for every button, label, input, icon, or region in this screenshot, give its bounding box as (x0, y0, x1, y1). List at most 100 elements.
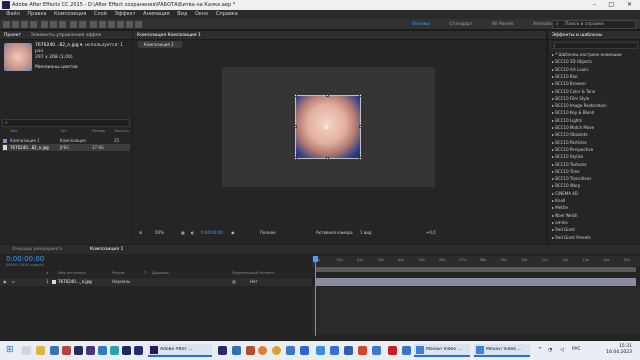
minimize-icon[interactable]: – (593, 1, 596, 8)
col-size[interactable]: Размер (92, 129, 105, 133)
app-icon[interactable] (62, 346, 71, 355)
snapshot-icon[interactable]: ◉ (231, 230, 235, 235)
effect-category-item[interactable]: ▸ * Шаблоны настроек анимации (552, 52, 622, 57)
roto-tool-icon[interactable] (126, 21, 133, 28)
effect-category-item[interactable]: ▸ Red Giant Presets (552, 235, 591, 240)
app-icon[interactable] (300, 346, 309, 355)
effects-title[interactable]: Эффекты и шаблоны (548, 31, 606, 40)
taskbar-app-aftereffects[interactable]: Adobe After ... (148, 344, 212, 357)
effect-category-item[interactable]: ▸ Noel Welsh (552, 213, 577, 218)
type-tool-icon[interactable] (90, 21, 97, 28)
effect-category-item[interactable]: ▸ BCC10 Textures (552, 162, 587, 167)
camera-tool-icon[interactable] (50, 21, 57, 28)
puppet-tool-icon[interactable] (135, 21, 142, 28)
col-parent[interactable]: Родительский элемент (232, 271, 275, 275)
brush-tool-icon[interactable] (99, 21, 106, 28)
effect-category-item[interactable]: ▸ Knoll (552, 198, 565, 203)
transform-handle[interactable] (359, 157, 362, 160)
effect-category-item[interactable]: ▸ BCC10 Transitions (552, 176, 591, 181)
col-source-name[interactable]: Имя источника (58, 271, 86, 275)
eraser-tool-icon[interactable] (117, 21, 124, 28)
chrome-icon[interactable] (272, 346, 281, 355)
file-explorer-icon[interactable] (36, 346, 45, 355)
tray-chevron-icon[interactable]: ^ (538, 347, 542, 353)
col-rate[interactable]: Частота (114, 129, 129, 133)
pen-tool-icon[interactable] (79, 21, 86, 28)
visibility-icon[interactable]: ◉ (3, 278, 7, 286)
effect-category-item[interactable]: ▸ BCC10 Art Looks (552, 67, 589, 72)
timeline-timecode[interactable]: 0:00:00:00 (6, 255, 44, 263)
app-icon[interactable] (110, 346, 119, 355)
effect-category-item[interactable]: ▸ Red Giant (552, 227, 575, 232)
tab-effect-controls[interactable]: Элементы управления эффек (27, 31, 106, 40)
transform-handle[interactable] (294, 125, 297, 128)
col-type[interactable]: Тип (60, 129, 67, 133)
cti-head[interactable] (313, 256, 318, 262)
effect-category-item[interactable]: ▸ BCC10 Match Move (552, 125, 594, 130)
views-select[interactable]: 1 вид (360, 230, 372, 235)
transform-handle[interactable] (326, 157, 329, 160)
transform-handle[interactable] (326, 94, 329, 97)
premiere-icon[interactable] (134, 346, 143, 355)
work-area-bar[interactable] (316, 267, 636, 272)
pan-behind-tool-icon[interactable] (59, 21, 66, 28)
effect-category-item[interactable]: ▸ BCC10 Key & Blend (552, 110, 594, 115)
layer-duration-bar[interactable] (316, 278, 636, 286)
effect-category-item[interactable]: ▸ BCC10 Time (552, 169, 580, 174)
app-icon[interactable] (372, 346, 381, 355)
project-row-comp[interactable]: Композиция 1 Композиция 25 (2, 137, 130, 144)
col-t[interactable]: T (144, 271, 146, 275)
effect-category-item[interactable]: ▸ BCC10 Obsolete (552, 132, 588, 137)
layer-parent[interactable]: Нет (250, 278, 258, 286)
layer-name[interactable]: 7670240..._n.jpg (58, 278, 92, 286)
timeline-layer-row[interactable]: ◉ ▫ 1 7670240..._n.jpg Нормаль @ Нет (0, 278, 312, 286)
close-icon[interactable]: ✕ (627, 1, 632, 8)
maximize-icon[interactable]: □ (608, 1, 614, 8)
menu-window[interactable]: Окно (195, 10, 208, 19)
layer-parent-icon[interactable]: @ (232, 278, 236, 286)
workspace-all-panels[interactable]: All Panels (492, 20, 514, 29)
menu-animation[interactable]: Анимация (143, 10, 169, 19)
comp-subtab[interactable]: Композиция 1 (138, 41, 182, 48)
current-time-indicator[interactable] (315, 256, 316, 336)
taskbar-app-movavi-2[interactable]: Movavi Video ... (474, 344, 530, 357)
tab-project[interactable]: Проект (0, 31, 25, 40)
effect-category-item[interactable]: ▸ BCC10 Warp (552, 183, 580, 188)
effect-category-item[interactable]: ▸ BCC10 3D Objects (552, 59, 592, 64)
rotate-tool-icon[interactable] (41, 21, 48, 28)
app-icon[interactable] (246, 346, 255, 355)
project-row-image[interactable]: 7670240...82_n.jpg JPEG 37 КБ (2, 144, 130, 151)
menu-edit[interactable]: Правка (27, 10, 46, 19)
effect-category-item[interactable]: ▸ BCC10 Lights (552, 118, 582, 123)
timeline-track-area[interactable] (312, 287, 640, 335)
comp-timecode[interactable]: 0:00:00:00 (201, 230, 223, 235)
tab-composition[interactable]: Композиция Композиция 1 (133, 31, 205, 40)
effect-category-item[interactable]: ▸ BCC10 Stylize (552, 154, 583, 159)
app-icon[interactable] (330, 346, 339, 355)
effect-category-item[interactable]: ▸ BCC10 Image Restoration (552, 103, 607, 108)
mask-tool-icon[interactable] (70, 21, 77, 28)
col-name[interactable]: Имя (10, 129, 17, 133)
transform-handle[interactable] (359, 94, 362, 97)
ae-icon[interactable] (86, 346, 95, 355)
ae-icon[interactable] (218, 346, 227, 355)
time-ruler[interactable]: 0s 01s 02s 03s 04s 05s 06s 07s 08s 09s 10s 11s 12s 13… (312, 256, 640, 266)
menu-file[interactable]: Файл (6, 10, 20, 19)
help-search-input[interactable]: ⌕ Поиск в справке (552, 20, 636, 29)
ps-icon[interactable] (74, 346, 83, 355)
app-icon[interactable] (286, 346, 295, 355)
layer-image[interactable]: ⊕ (294, 94, 362, 160)
selection-tool-icon[interactable] (12, 21, 19, 28)
effect-category-item[interactable]: ▸ BCC10 Browser (552, 81, 586, 86)
resolution-select[interactable]: Полное (260, 230, 276, 235)
exposure-value[interactable]: +0,0 (426, 230, 436, 235)
windows-start-icon[interactable]: ⊞ (6, 345, 14, 355)
hand-tool-icon[interactable] (21, 21, 28, 28)
project-search-input[interactable]: ⌕ (2, 119, 130, 127)
language-indicator[interactable]: РУС (572, 347, 581, 352)
col-mode[interactable]: Режим (112, 271, 124, 275)
effects-search-input[interactable]: ⌕ (550, 42, 638, 49)
menu-help[interactable]: Справка (216, 10, 238, 19)
effect-category-item[interactable]: ▸ Mettle (552, 205, 568, 210)
search-icon[interactable] (22, 346, 31, 355)
